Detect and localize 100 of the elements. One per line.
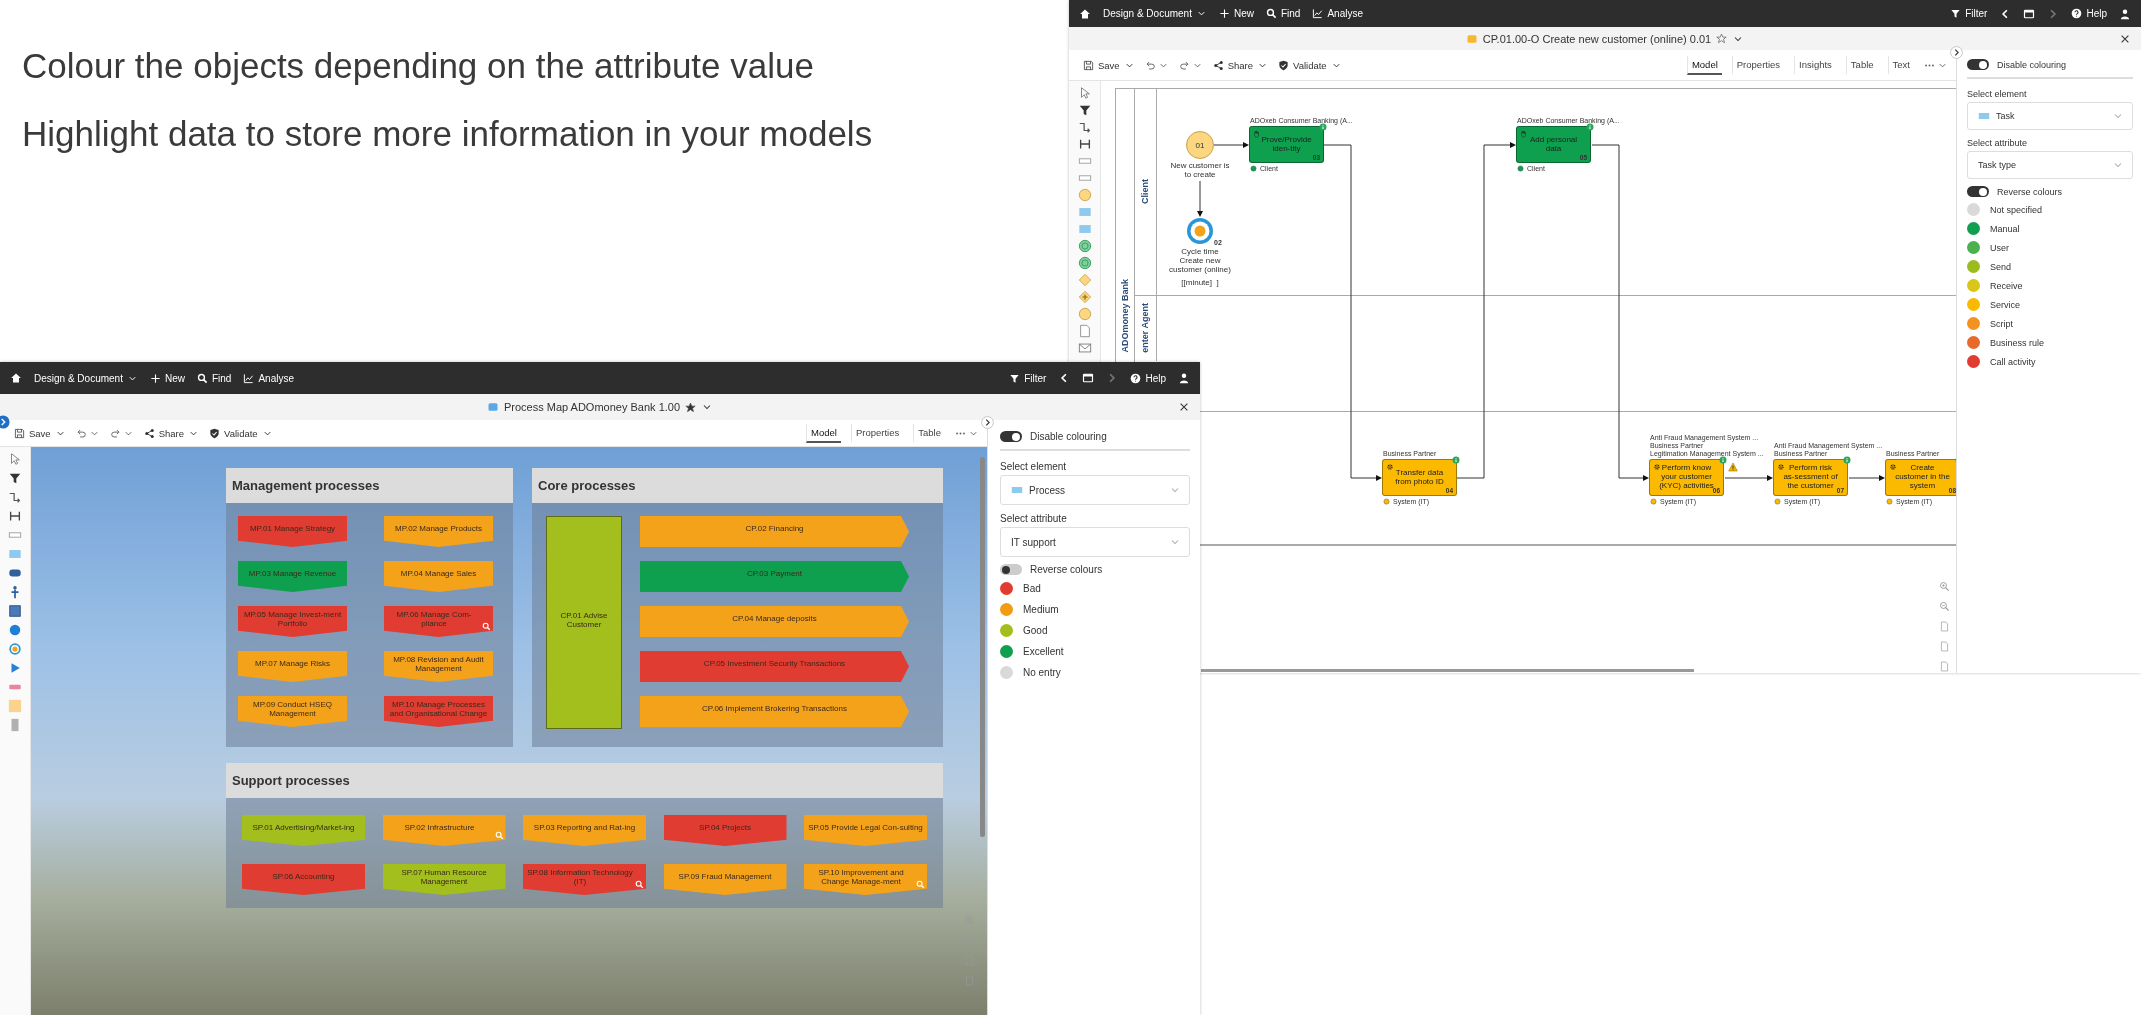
filter-button[interactable]: Filter <box>1950 8 1988 19</box>
toolbar-button[interactable]: Share <box>1212 59 1268 71</box>
intermediate-event <box>1186 217 1214 245</box>
scrollbar[interactable] <box>1201 669 1694 672</box>
search-icon[interactable] <box>635 880 644 889</box>
process-label: MP.07 Manage Risks <box>255 660 330 669</box>
zoom-in-icon[interactable] <box>1939 581 1950 592</box>
expand-icon[interactable] <box>0 415 10 429</box>
toolbar-button[interactable]: Validate <box>209 427 273 439</box>
pointer-icon[interactable] <box>8 452 22 466</box>
scrollbar[interactable] <box>980 457 985 837</box>
circle-icon[interactable] <box>8 623 22 637</box>
toolbar-button[interactable]: Save <box>14 427 66 439</box>
collapse-icon[interactable] <box>981 416 994 429</box>
select-field[interactable]: Task <box>1967 102 2133 130</box>
process-label: MP.08 Revision and Audit Management <box>392 656 485 673</box>
spacing-icon[interactable] <box>8 509 22 523</box>
toolbar-button[interactable]: Save <box>1083 59 1135 71</box>
info-icon[interactable] <box>1452 456 1460 464</box>
select-field[interactable]: IT support <box>1000 527 1190 557</box>
connector-icon[interactable] <box>8 490 22 504</box>
filter-icon[interactable] <box>1077 103 1092 117</box>
page-icon[interactable] <box>1939 661 1950 672</box>
window-icon[interactable] <box>2023 7 2036 20</box>
toolbar-button[interactable]: Share <box>143 427 199 439</box>
target-icon[interactable] <box>8 642 22 656</box>
collapse-icon[interactable] <box>1950 46 1963 59</box>
view-tab[interactable]: Table <box>1845 55 1878 75</box>
menu-item[interactable]: New <box>149 372 185 384</box>
process-label: CP.05 Investment Security Transactions <box>703 660 846 669</box>
connector-icon[interactable] <box>1077 120 1092 134</box>
toolbar-button[interactable]: Validate <box>1278 59 1342 71</box>
search-icon[interactable] <box>482 622 491 631</box>
info-icon[interactable] <box>1843 456 1851 464</box>
process-label: SP.05 Provide Legal Con-sulting <box>808 824 923 833</box>
toggle-switch[interactable] <box>1000 564 1022 575</box>
help-icon <box>2071 8 2083 19</box>
page-icon[interactable] <box>1939 641 1950 652</box>
redo-icon[interactable] <box>109 427 121 439</box>
process-label: CP.06 Implement Brokering Transactions <box>702 705 847 714</box>
square-icon[interactable] <box>8 604 22 618</box>
search-icon[interactable] <box>916 880 925 889</box>
page-icon[interactable] <box>1939 621 1950 632</box>
circle-icon[interactable] <box>1077 256 1092 270</box>
info-icon[interactable] <box>1719 456 1727 464</box>
search-icon[interactable] <box>494 831 504 840</box>
user-icon[interactable] <box>2119 7 2131 20</box>
undo-icon[interactable] <box>1144 59 1156 71</box>
envelope-icon[interactable] <box>1077 341 1092 355</box>
view-tab[interactable]: Table <box>913 423 945 443</box>
view-tab[interactable]: Text <box>1887 55 1914 75</box>
menu-item[interactable]: Design & Document <box>1103 8 1207 19</box>
legend-label: Good <box>1023 625 1048 636</box>
menu-item[interactable]: Analyse <box>1312 8 1363 19</box>
toggle-switch[interactable] <box>1967 186 1989 197</box>
filter-icon[interactable] <box>8 471 22 485</box>
filter-button[interactable]: Filter <box>1009 372 1047 384</box>
circle-icon[interactable] <box>1077 239 1092 253</box>
view-tab[interactable]: Insights <box>1794 55 1836 75</box>
home-icon[interactable] <box>1079 7 1091 20</box>
undo-icon[interactable] <box>75 427 87 439</box>
view-tab[interactable]: Properties <box>850 423 904 443</box>
help-button[interactable]: Help <box>1130 372 1166 384</box>
spacing-icon[interactable] <box>1077 137 1092 151</box>
zoom-out-icon[interactable] <box>1939 601 1950 612</box>
toggle-label: Reverse colours <box>1030 564 1103 575</box>
menu-item[interactable]: New <box>1218 8 1254 19</box>
star-icon[interactable] <box>1716 33 1728 44</box>
menu-item[interactable]: Analyse <box>243 372 294 384</box>
redo-icon[interactable] <box>1178 59 1190 71</box>
user-icon[interactable] <box>1178 372 1190 384</box>
help-button[interactable]: Help <box>2071 8 2107 19</box>
close-icon[interactable] <box>1178 401 1190 413</box>
process-label: CP.04 Manage deposits <box>732 615 817 624</box>
diamond-icon[interactable] <box>1077 290 1092 304</box>
circle-icon[interactable] <box>1077 307 1092 321</box>
home-icon[interactable] <box>10 372 22 384</box>
view-tab[interactable]: Properties <box>1731 55 1785 75</box>
legend-label: Manual <box>1990 223 2020 234</box>
select-field[interactable]: Process <box>1000 475 1190 505</box>
process-label: CP.02 Financing <box>745 525 804 534</box>
plus-icon <box>149 372 161 384</box>
document-icon[interactable] <box>1077 324 1092 338</box>
info-icon[interactable] <box>1586 123 1594 131</box>
select-field[interactable]: Task type <box>1967 151 2133 179</box>
info-icon[interactable] <box>1319 123 1327 131</box>
menu-item[interactable]: Find <box>1265 8 1301 19</box>
star-icon[interactable] <box>685 401 697 413</box>
unit-label: [[minute] ] <box>1180 277 1220 287</box>
window-icon[interactable] <box>1082 372 1095 384</box>
toggle-switch[interactable] <box>1967 59 1989 70</box>
menu-item[interactable]: Design & Document <box>34 372 138 384</box>
view-tab[interactable]: Model <box>806 423 841 443</box>
menu-item[interactable]: Find <box>196 372 232 384</box>
circle-icon[interactable] <box>1077 188 1092 202</box>
task-label: Create customer in the system <box>1894 464 1950 490</box>
view-tab[interactable]: Model <box>1686 55 1722 75</box>
connector-arrow <box>1197 180 1203 217</box>
toggle-switch[interactable] <box>1000 431 1022 442</box>
performer-icon <box>1886 498 1893 505</box>
